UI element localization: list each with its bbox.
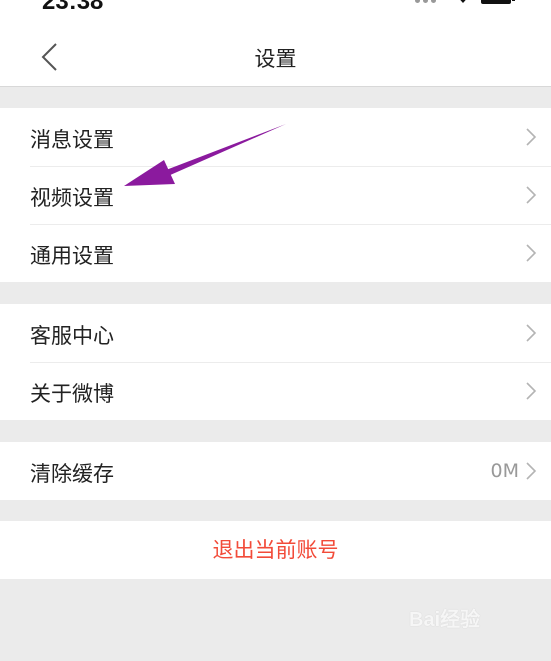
settings-item-label: 客服中心 <box>30 324 114 348</box>
watermark: Bai经验 <box>409 599 529 639</box>
status-bar: 23:38 <box>0 0 551 24</box>
chevron-right-icon <box>526 462 537 480</box>
wifi-icon <box>460 0 466 3</box>
settings-item-about[interactable]: 关于微博 <box>0 362 551 420</box>
settings-item-label: 关于微博 <box>30 382 114 406</box>
chevron-right-icon <box>526 128 537 146</box>
signal-dot-icon <box>431 0 436 3</box>
settings-item-clear-cache[interactable]: 清除缓存 0M <box>0 442 551 500</box>
chevron-right-icon <box>526 244 537 262</box>
battery-icon <box>481 0 515 4</box>
status-time: 23:38 <box>42 0 104 15</box>
settings-item-message[interactable]: 消息设置 <box>0 108 551 166</box>
status-icons <box>415 0 525 8</box>
signal-dot-icon <box>415 0 420 3</box>
settings-item-video[interactable]: 视频设置 <box>0 166 551 224</box>
settings-item-label: 视频设置 <box>30 186 114 210</box>
chevron-right-icon <box>526 186 537 204</box>
cache-size-value: 0M <box>490 460 519 482</box>
settings-item-customer-service[interactable]: 客服中心 <box>0 304 551 362</box>
logout-button[interactable]: 退出当前账号 <box>0 521 551 579</box>
logout-section: 退出当前账号 <box>0 521 551 579</box>
page-title: 设置 <box>254 47 297 71</box>
chevron-right-icon <box>526 324 537 342</box>
settings-item-label: 清除缓存 <box>30 462 114 486</box>
watermark-text: Bai经验 <box>409 609 481 631</box>
nav-bar: 设置 <box>0 24 551 87</box>
settings-item-general[interactable]: 通用设置 <box>0 224 551 282</box>
signal-dot-icon <box>423 0 428 3</box>
settings-group-3: 清除缓存 0M <box>0 442 551 500</box>
settings-group-1: 消息设置 视频设置 通用设置 <box>0 108 551 282</box>
settings-item-label: 消息设置 <box>30 128 114 152</box>
chevron-right-icon <box>526 382 537 400</box>
settings-group-2: 客服中心 关于微博 <box>0 304 551 420</box>
settings-item-label: 通用设置 <box>30 244 114 268</box>
